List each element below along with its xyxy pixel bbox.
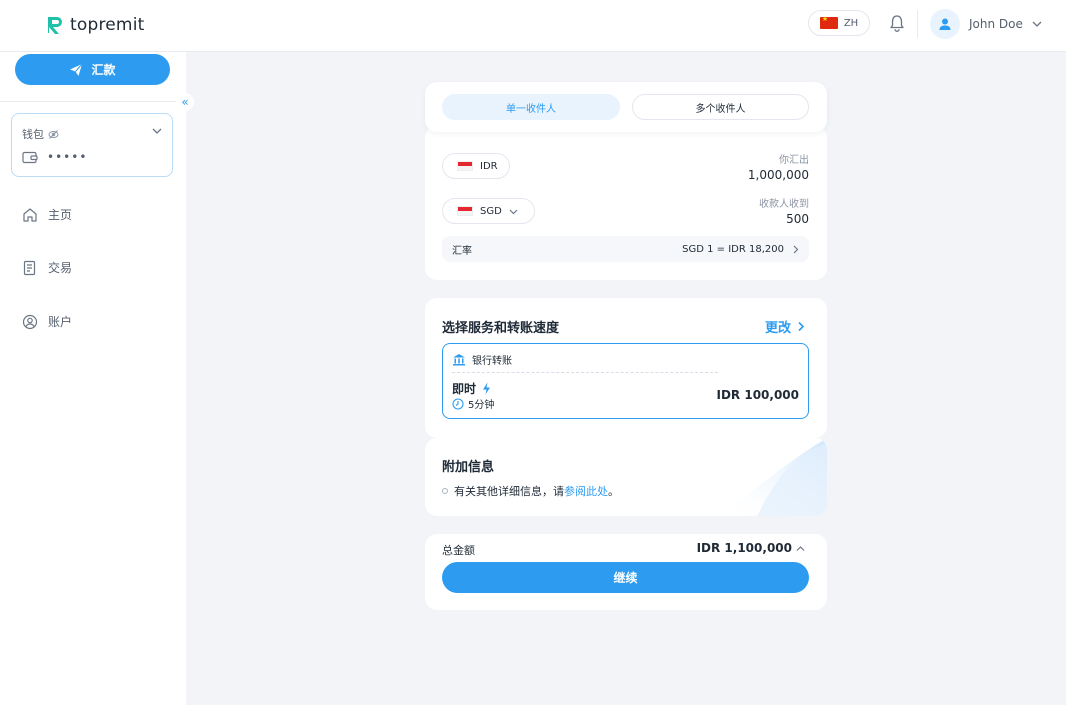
bullet-icon bbox=[442, 488, 448, 494]
additional-info-title: 附加信息 bbox=[442, 460, 495, 475]
avatar bbox=[930, 9, 960, 39]
sidebar-item-transactions[interactable]: 交易 bbox=[22, 259, 72, 276]
change-service-label: 更改 bbox=[764, 321, 791, 336]
brand-logo[interactable]: topremit bbox=[46, 15, 144, 35]
service-title: 选择服务和转账速度 bbox=[442, 321, 560, 336]
additional-info-text: 有关其他详细信息，请 bbox=[454, 485, 564, 498]
total-amount: IDR 1,100,000 bbox=[696, 541, 792, 555]
double-chevron-left-icon: « bbox=[181, 95, 189, 109]
logo-mark-icon bbox=[48, 17, 62, 34]
bank-icon bbox=[453, 354, 465, 366]
total-label: 总金额 bbox=[442, 544, 475, 557]
service-speed: 即时 bbox=[452, 380, 491, 397]
tab-multiple-recipients[interactable]: 多个收件人 bbox=[632, 94, 809, 120]
service-fee: IDR 100,000 bbox=[716, 388, 800, 402]
service-speed-label: 即时 bbox=[452, 382, 477, 396]
change-service-button[interactable]: 更改 bbox=[765, 317, 805, 336]
receive-currency-code: SGD bbox=[480, 205, 502, 217]
singapore-flag-icon bbox=[457, 206, 473, 216]
user-icon bbox=[939, 18, 951, 30]
tab-single-recipient[interactable]: 单一收件人 bbox=[442, 94, 620, 120]
exchange-rate-row[interactable]: 汇率 SGD 1 = IDR 18,200 bbox=[442, 236, 809, 262]
brand-name: topremit bbox=[70, 15, 145, 35]
service-card: 选择服务和转账速度 更改 银行转账 即时 5分钟 IDR 100,000 bbox=[425, 298, 827, 438]
receive-currency-selector[interactable]: SGD bbox=[442, 198, 535, 224]
service-method-label: 银行转账 bbox=[472, 356, 512, 367]
see-here-link[interactable]: 参阅此处 bbox=[564, 485, 608, 498]
receive-amount-value[interactable]: 500 bbox=[786, 212, 809, 226]
wallet-balance-row: ••••• bbox=[22, 150, 87, 164]
wallet-label: 钱包 bbox=[22, 128, 44, 141]
paper-plane-icon bbox=[70, 63, 83, 76]
total-amount-toggle[interactable]: IDR 1,100,000 bbox=[697, 541, 805, 555]
language-switcher[interactable]: ZH bbox=[808, 10, 870, 36]
decorative-wave bbox=[717, 438, 827, 516]
top-header: topremit ZH John Doe bbox=[0, 0, 1066, 52]
wallet-balance-masked: ••••• bbox=[47, 150, 88, 164]
language-code: ZH bbox=[843, 17, 859, 29]
recipient-tabs: 单一收件人 多个收件人 bbox=[425, 82, 827, 132]
china-flag-icon bbox=[819, 15, 838, 29]
service-eta-label: 5分钟 bbox=[468, 400, 495, 411]
sidebar-item-account[interactable]: 账户 bbox=[22, 313, 72, 330]
service-eta: 5分钟 bbox=[452, 396, 494, 411]
send-amount-label: 你汇出 bbox=[779, 155, 809, 166]
sidebar-divider bbox=[0, 101, 186, 102]
clock-icon bbox=[452, 397, 464, 410]
wallet-header: 钱包 bbox=[22, 126, 59, 142]
receive-amount-label: 收款人收到 bbox=[759, 199, 809, 210]
chevron-down-icon bbox=[509, 209, 518, 214]
bell-icon[interactable] bbox=[888, 14, 906, 32]
account-icon bbox=[22, 314, 38, 329]
exchange-rate-detail: SGD 1 = IDR 18,200 bbox=[682, 244, 799, 255]
additional-info-suffix: 。 bbox=[608, 485, 619, 498]
user-menu[interactable]: John Doe bbox=[930, 9, 1042, 39]
send-money-label: 汇款 bbox=[91, 63, 116, 77]
transactions-icon bbox=[23, 260, 36, 275]
lightning-icon bbox=[483, 382, 491, 395]
additional-info-card: 附加信息 有关其他详细信息，请参阅此处。 bbox=[425, 438, 827, 516]
service-method: 银行转账 bbox=[452, 352, 512, 367]
send-currency-code: IDR bbox=[480, 160, 498, 172]
selected-service-option[interactable]: 银行转账 即时 5分钟 IDR 100,000 bbox=[442, 343, 809, 419]
additional-info-line: 有关其他详细信息，请参阅此处。 bbox=[442, 483, 619, 499]
exchange-rate-value: SGD 1 = IDR 18,200 bbox=[682, 243, 784, 255]
exchange-rate-label: 汇率 bbox=[452, 245, 472, 257]
send-amount-value[interactable]: 1,000,000 bbox=[748, 168, 809, 182]
collapse-sidebar-button[interactable]: « bbox=[176, 93, 194, 111]
chevron-right-icon bbox=[793, 245, 799, 253]
wallet-card[interactable]: 钱包 ••••• bbox=[11, 113, 173, 177]
dashed-divider bbox=[452, 372, 718, 373]
chevron-up-icon bbox=[796, 545, 805, 551]
total-card: 总金额 IDR 1,100,000 继续 bbox=[425, 534, 827, 610]
sidebar-item-label: 账户 bbox=[48, 315, 73, 329]
amount-card: IDR 你汇出 1,000,000 SGD 收款人收到 500 汇率 SGD 1… bbox=[425, 126, 827, 280]
chevron-right-icon bbox=[798, 321, 805, 332]
send-money-button[interactable]: 汇款 bbox=[15, 54, 170, 85]
indonesia-flag-icon bbox=[457, 161, 473, 171]
sidebar-item-label: 交易 bbox=[48, 261, 73, 275]
continue-button[interactable]: 继续 bbox=[442, 562, 809, 593]
header-divider bbox=[917, 10, 918, 38]
chevron-down-icon bbox=[1032, 21, 1042, 27]
wallet-icon bbox=[22, 151, 38, 163]
wallet-chevron-icon[interactable] bbox=[152, 127, 162, 135]
user-name: John Doe bbox=[969, 17, 1023, 31]
sidebar-item-home[interactable]: 主页 bbox=[22, 206, 72, 223]
sidebar-item-label: 主页 bbox=[48, 208, 73, 222]
send-currency-selector[interactable]: IDR bbox=[442, 153, 510, 179]
eye-off-icon[interactable] bbox=[48, 129, 59, 139]
sidebar: 汇款 « 钱包 ••••• 主页 交易 账户 bbox=[0, 52, 194, 705]
home-icon bbox=[23, 207, 37, 222]
